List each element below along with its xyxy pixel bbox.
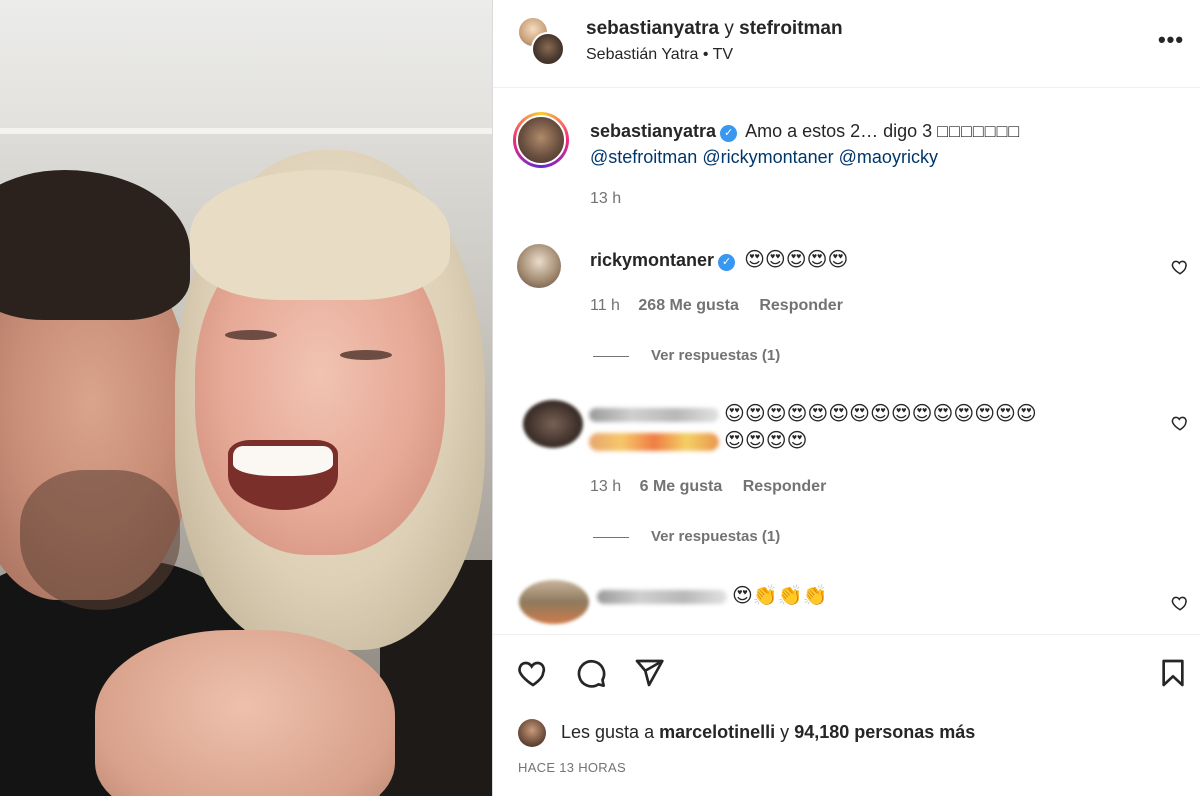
blurred-username[interactable] [597, 590, 727, 605]
avatar[interactable] [517, 244, 561, 288]
mention-link[interactable]: @rickymontaner [702, 147, 833, 167]
comment-emojis: 😍😍😍😍😍 [744, 247, 849, 271]
background-ceiling [0, 128, 492, 134]
mention-link[interactable]: @stefroitman [590, 147, 697, 167]
comment-text: 😍👏👏👏 [597, 582, 828, 609]
post-subtitle[interactable]: Sebastián Yatra • TV [586, 46, 733, 64]
hand [95, 630, 395, 796]
likes-joiner: y [780, 721, 790, 742]
avatar[interactable] [518, 719, 546, 747]
heart-icon[interactable] [517, 657, 549, 689]
avatar[interactable] [519, 580, 589, 624]
view-replies-label[interactable]: Ver respuestas (1) [651, 528, 780, 545]
replies-line [593, 355, 629, 357]
avatar[interactable] [523, 400, 583, 448]
collab-avatars[interactable] [517, 16, 565, 66]
likes-count[interactable]: 94,180 personas más [794, 722, 975, 742]
avatar[interactable] [531, 32, 565, 66]
comment-like-heart-icon[interactable] [1171, 414, 1189, 432]
comment-text: rickymontaner ✓ 😍😍😍😍😍 [590, 246, 848, 273]
woman-eye-right [340, 350, 392, 360]
view-replies-button[interactable]: Ver respuestas (1) [593, 528, 780, 545]
woman-teeth [233, 446, 333, 476]
verified-badge-icon: ✓ [718, 254, 736, 271]
comment-meta: 11 h 268 Me gusta Responder [590, 297, 843, 315]
comment-username[interactable]: rickymontaner [590, 250, 714, 270]
likes-prefix: Les gusta a [561, 721, 655, 742]
comment-like-heart-icon[interactable] [1171, 594, 1189, 612]
post-details-pane: sebastianyatra y stefroitman Sebastián Y… [493, 0, 1200, 796]
blurred-username[interactable] [589, 408, 719, 423]
comment-emojis: 😍😍😍😍😍😍😍😍😍😍😍😍😍😍😍 [724, 401, 1037, 425]
comment-emojis-line2: 😍😍😍😍 [724, 428, 808, 452]
author-link-stefroitman[interactable]: stefroitman [739, 18, 842, 39]
comment-likes[interactable]: 268 Me gusta [638, 297, 738, 314]
post-media[interactable] [0, 0, 492, 796]
mention-link[interactable]: @maoyricky [839, 147, 938, 167]
comment-emojis: 😍👏👏👏 [732, 583, 828, 607]
post-timestamp[interactable]: HACE 13 HORAS [518, 760, 626, 775]
avatar[interactable] [516, 115, 566, 165]
comment-timestamp[interactable]: 13 h [590, 478, 621, 495]
author-link-sebastianyatra[interactable]: sebastianyatra [586, 18, 719, 39]
more-options-icon[interactable]: ••• [1157, 29, 1185, 51]
view-replies-label[interactable]: Ver respuestas (1) [651, 347, 780, 364]
likes-summary[interactable]: Les gusta a marcelotinelli y 94,180 pers… [518, 719, 975, 749]
comment-like-heart-icon[interactable] [1171, 258, 1189, 276]
woman-eye-left [225, 330, 277, 340]
blurred-emojis [589, 433, 719, 452]
story-ring[interactable] [513, 112, 569, 168]
reply-button[interactable]: Responder [759, 297, 843, 314]
man-hair [0, 170, 190, 320]
comment-meta: 13 h 6 Me gusta Responder [590, 478, 826, 496]
reply-button[interactable]: Responder [743, 478, 827, 495]
post-header: sebastianyatra y stefroitman Sebastián Y… [493, 0, 1200, 88]
comment-text: 😍😍😍😍😍😍😍😍😍😍😍😍😍😍😍 😍😍😍😍 [589, 400, 1037, 454]
man-beard [20, 470, 180, 610]
replies-line [593, 536, 629, 538]
caption-username[interactable]: sebastianyatra [590, 121, 716, 141]
comment-bubble-icon[interactable] [575, 657, 607, 689]
caption-missing-glyphs: □□□□□□□ [937, 121, 1021, 141]
likes-user-link[interactable]: marcelotinelli [659, 722, 775, 742]
bookmark-icon[interactable] [1157, 657, 1189, 689]
caption-text: sebastianyatra ✓ Amo a estos 2… digo 3 □□… [590, 118, 1150, 170]
view-replies-button[interactable]: Ver respuestas (1) [593, 347, 780, 364]
caption-body: Amo a estos 2… digo 3 [745, 121, 938, 141]
woman-bangs [190, 170, 450, 300]
paper-plane-icon[interactable] [633, 657, 665, 689]
comment-likes[interactable]: 6 Me gusta [640, 478, 723, 495]
comment-timestamp[interactable]: 11 h [590, 297, 620, 314]
background-wall [0, 0, 492, 130]
post-authors: sebastianyatra y stefroitman [586, 18, 843, 40]
caption-timestamp[interactable]: 13 h [590, 190, 621, 208]
authors-joiner: y [724, 18, 734, 39]
verified-badge-icon: ✓ [720, 125, 738, 142]
